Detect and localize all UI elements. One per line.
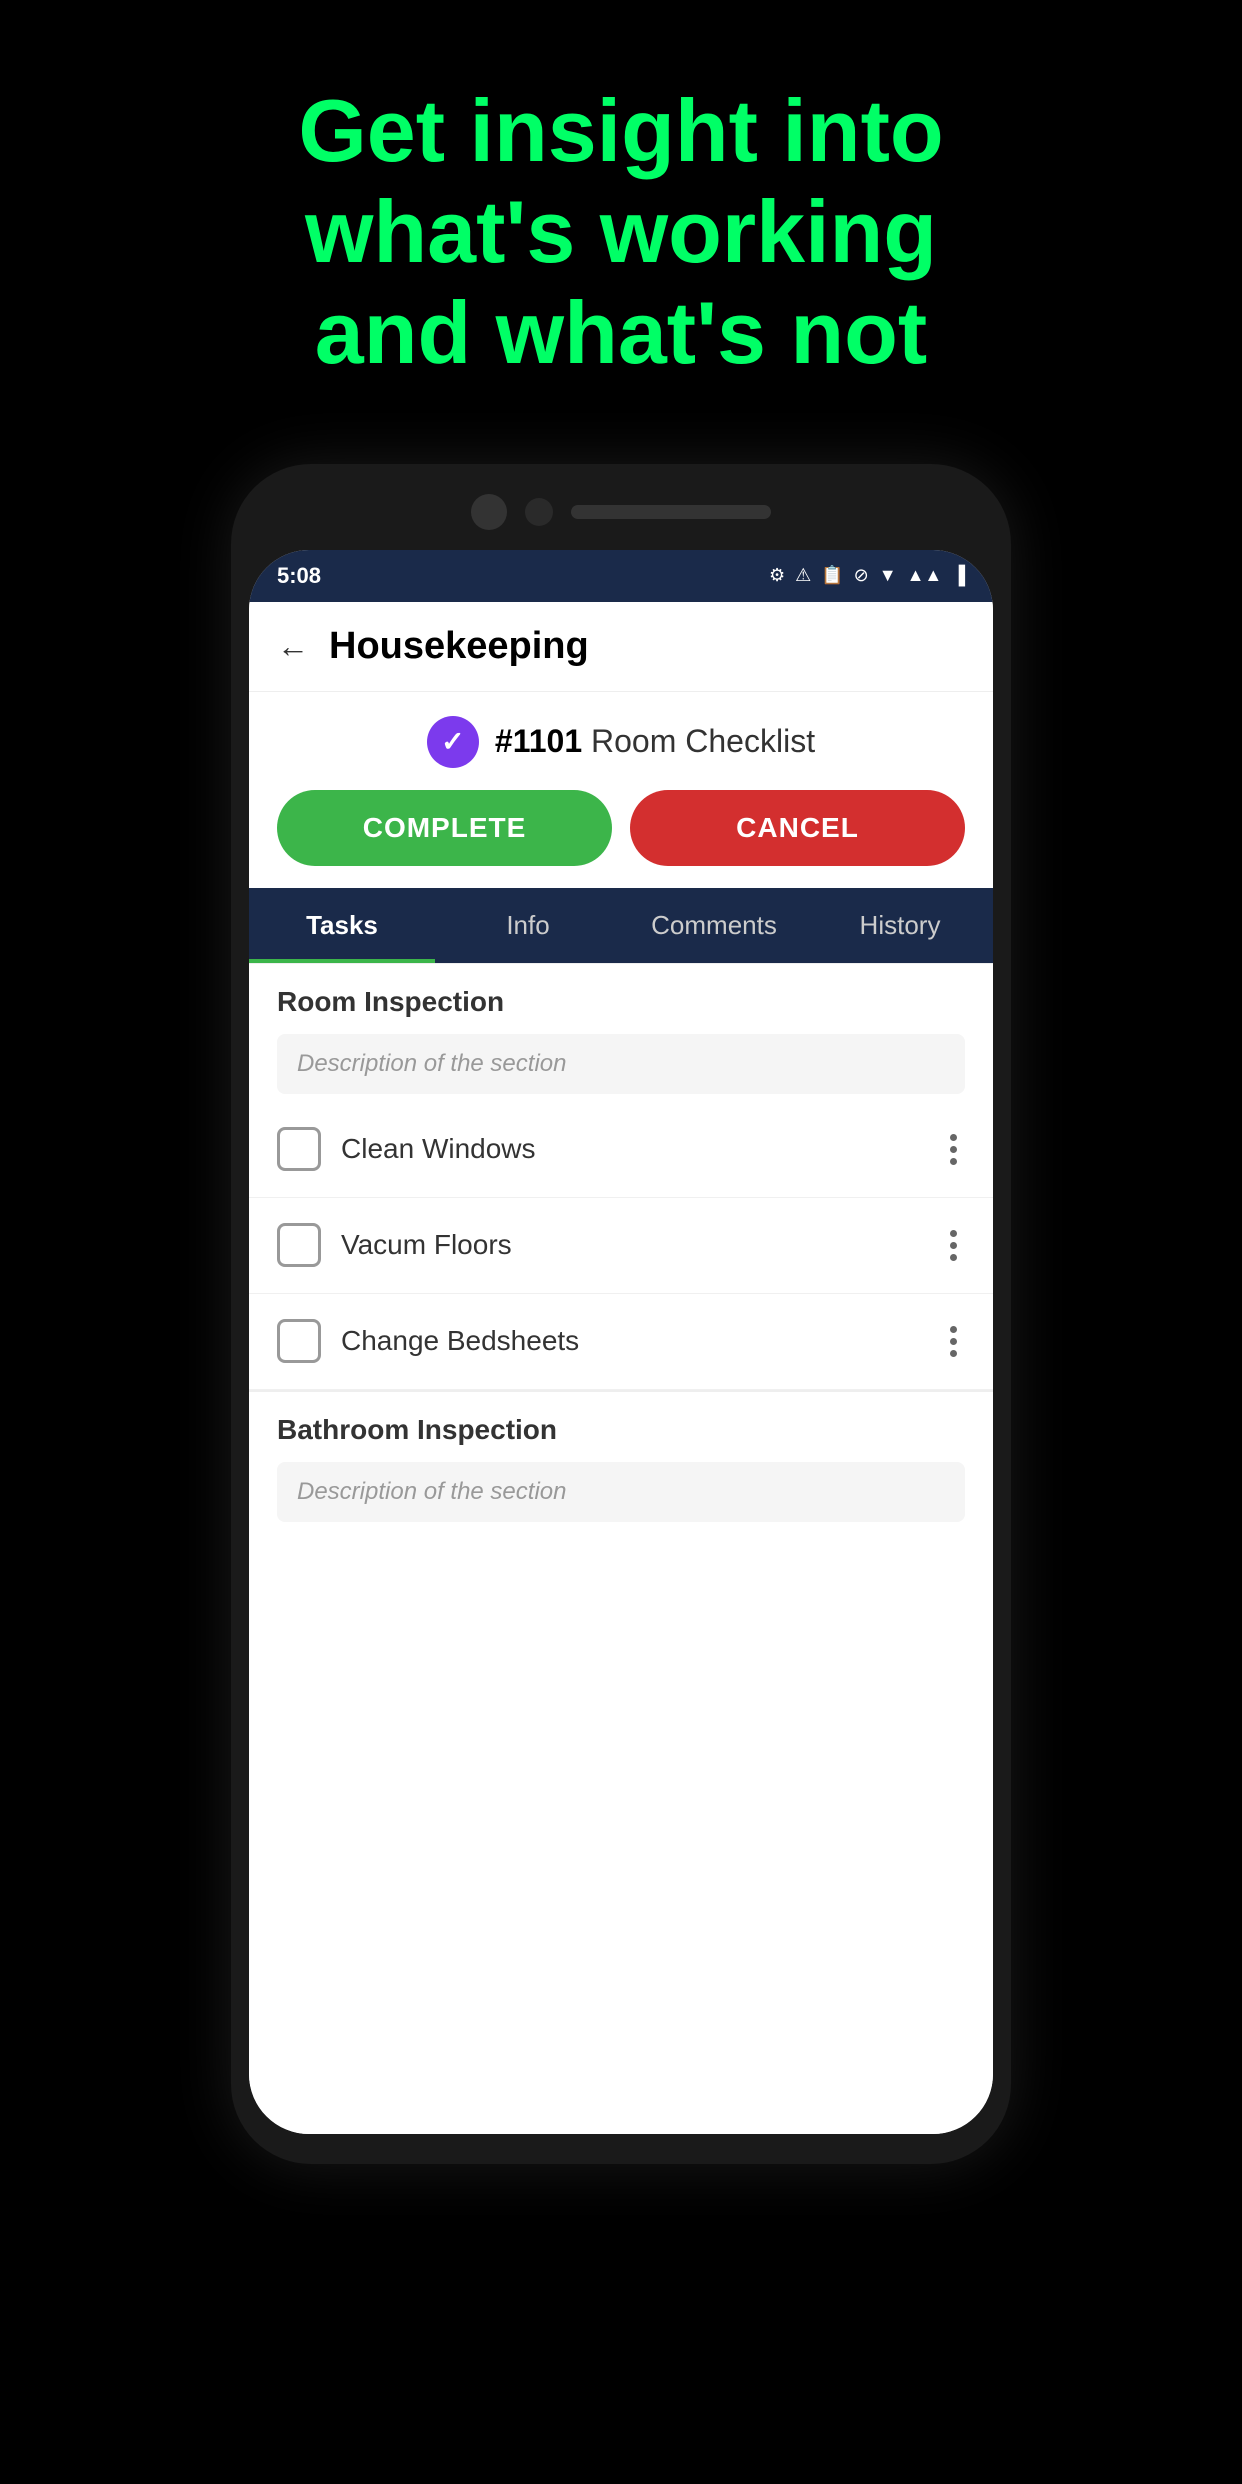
status-icons: ⚙ ⚠ 📋 ⊘ ▼ ▲▲ ▐	[769, 565, 965, 586]
wifi-icon: ▼	[879, 565, 897, 586]
task-label: Room Checklist	[591, 723, 815, 759]
hero-text: Get insight into what's working and what…	[0, 0, 1242, 444]
app-bar: ← Housekeeping	[249, 602, 993, 692]
content-area: Room Inspection Description of the secti…	[249, 964, 993, 2134]
list-item: Change Bedsheets	[249, 1294, 993, 1390]
item-label-change-bedsheets: Change Bedsheets	[341, 1325, 922, 1357]
phone-wrapper: 5:08 ⚙ ⚠ 📋 ⊘ ▼ ▲▲ ▐ ← Housekeeping	[0, 444, 1242, 2164]
task-number: #1101	[495, 723, 582, 759]
app-title: Housekeeping	[329, 625, 589, 668]
task-title: #1101 Room Checklist	[495, 723, 815, 760]
more-dot	[950, 1158, 957, 1165]
battery-icon: ▐	[952, 565, 965, 586]
more-dot	[950, 1230, 957, 1237]
more-dot	[950, 1350, 957, 1357]
room-inspection-header: Room Inspection	[249, 964, 993, 1026]
camera-small	[525, 498, 553, 526]
phone-outer: 5:08 ⚙ ⚠ 📋 ⊘ ▼ ▲▲ ▐ ← Housekeeping	[231, 464, 1011, 2164]
hero-line1: Get insight into	[298, 81, 943, 180]
bathroom-inspection-header: Bathroom Inspection	[249, 1392, 993, 1454]
status-bar: 5:08 ⚙ ⚠ 📋 ⊘ ▼ ▲▲ ▐	[249, 550, 993, 602]
checkbox-change-bedsheets[interactable]	[277, 1319, 321, 1363]
blocked-icon: ⊘	[854, 565, 869, 586]
checkbox-vacum-floors[interactable]	[277, 1223, 321, 1267]
cancel-button[interactable]: CANCEL	[630, 790, 965, 866]
more-dot	[950, 1254, 957, 1261]
bathroom-inspection-description: Description of the section	[277, 1462, 965, 1522]
more-dot	[950, 1146, 957, 1153]
action-buttons: COMPLETE CANCEL	[249, 768, 993, 888]
room-inspection-title: Room Inspection	[277, 986, 504, 1017]
checkbox-clean-windows[interactable]	[277, 1127, 321, 1171]
room-inspection-description: Description of the section	[277, 1034, 965, 1094]
item-label-clean-windows: Clean Windows	[341, 1133, 922, 1165]
list-item: Vacum Floors	[249, 1198, 993, 1294]
tab-tasks[interactable]: Tasks	[249, 888, 435, 963]
speaker-bar	[571, 505, 771, 519]
warning-icon: ⚠	[795, 565, 811, 586]
tab-comments[interactable]: Comments	[621, 888, 807, 963]
settings-icon: ⚙	[769, 565, 785, 586]
phone-screen: 5:08 ⚙ ⚠ 📋 ⊘ ▼ ▲▲ ▐ ← Housekeeping	[249, 550, 993, 2134]
list-item: Clean Windows	[249, 1102, 993, 1198]
hero-line2: what's working	[305, 182, 937, 281]
task-header: #1101 Room Checklist	[249, 692, 993, 768]
more-dot	[950, 1338, 957, 1345]
signal-icon: ▲▲	[907, 565, 943, 586]
more-dot	[950, 1242, 957, 1249]
more-dot	[950, 1134, 957, 1141]
more-menu-change-bedsheets[interactable]	[942, 1318, 965, 1365]
clipboard-icon: 📋	[821, 565, 843, 586]
complete-button[interactable]: COMPLETE	[277, 790, 612, 866]
phone-top-bar	[249, 482, 993, 542]
tab-history[interactable]: History	[807, 888, 993, 963]
tab-info[interactable]: Info	[435, 888, 621, 963]
bathroom-inspection-title: Bathroom Inspection	[277, 1414, 557, 1445]
task-check-icon	[427, 716, 479, 768]
more-menu-vacum-floors[interactable]	[942, 1222, 965, 1269]
tabs-bar: Tasks Info Comments History	[249, 888, 993, 964]
status-time: 5:08	[277, 563, 321, 589]
back-button[interactable]: ←	[277, 628, 309, 665]
hero-line3: and what's not	[315, 283, 927, 382]
more-menu-clean-windows[interactable]	[942, 1126, 965, 1173]
more-dot	[950, 1326, 957, 1333]
item-label-vacum-floors: Vacum Floors	[341, 1229, 922, 1261]
camera-circle	[471, 494, 507, 530]
